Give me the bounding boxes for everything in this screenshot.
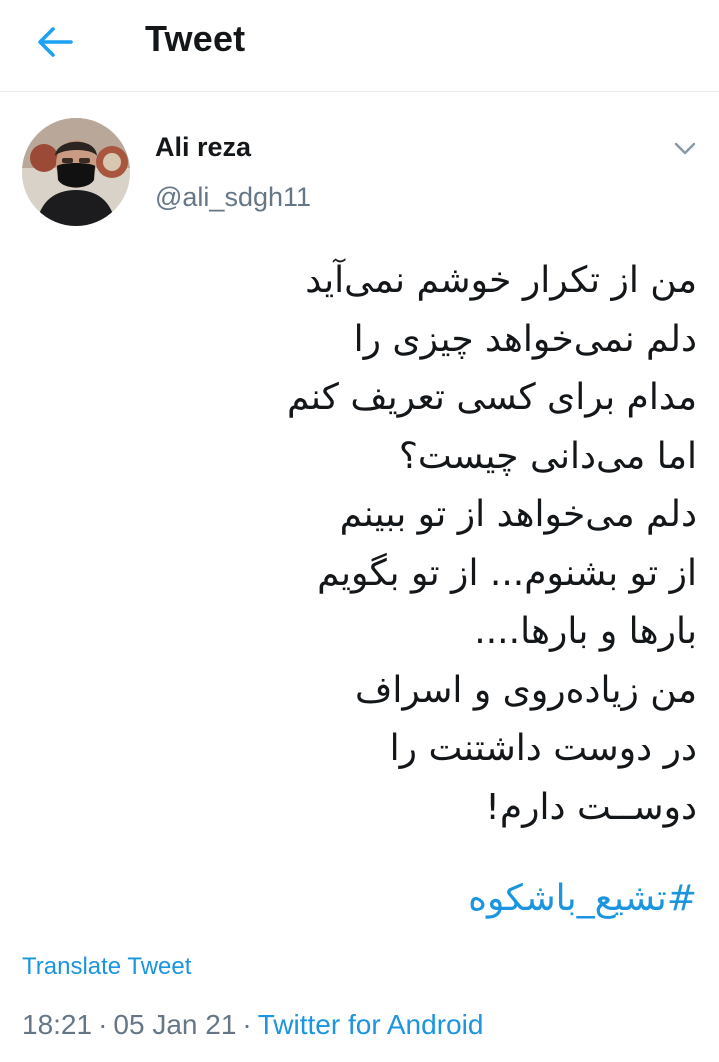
top-bar: Tweet — [0, 0, 719, 92]
author-handle[interactable]: @ali_sdgh11 — [155, 182, 311, 213]
avatar-photo — [22, 118, 130, 226]
tweet-line: دلم می‌خواهد از تو ببینم — [339, 494, 697, 535]
tweet-line: دلم نمی‌خواهد چیزی را — [353, 318, 697, 360]
meta-separator: · — [242, 1009, 252, 1040]
tweet-date: 05 Jan 21 — [113, 1009, 237, 1040]
tweet-line: مدام برای کسی تعریف کنم — [286, 377, 697, 418]
tweet-line: در دوست داشتنت را — [389, 728, 697, 769]
chevron-down-icon — [674, 142, 696, 155]
tweet-line: از تو بشنوم... از تو بگویم — [317, 552, 697, 594]
tweet-line: بارها و بارها.... — [474, 611, 697, 652]
tweet-line: من از تکرار خوشم نمی‌آید — [305, 260, 697, 301]
tweet-source-link[interactable]: Twitter for Android — [258, 1009, 484, 1040]
hashtag-link[interactable]: #تشیع_باشکوه — [468, 870, 697, 928]
back-button[interactable] — [30, 22, 80, 62]
more-options-button[interactable] — [668, 134, 702, 164]
tweet-line: اما می‌دانی چیست؟ — [398, 435, 697, 477]
tweet-line: من زیاده‌روی و اسراف — [355, 669, 697, 711]
author-name[interactable]: Ali reza — [155, 132, 251, 163]
tweet-time: 18:21 — [22, 1009, 93, 1040]
translate-tweet-link[interactable]: Translate Tweet — [22, 953, 191, 981]
tweet-meta: 18:21 · 05 Jan 21 · Twitter for Android — [22, 1009, 483, 1041]
tweet-line: دوســت دارم! — [485, 786, 697, 828]
tweet-text: من از تکرار خوشم نمی‌آید دلم نمی‌خواهد چ… — [37, 252, 697, 837]
meta-separator: · — [98, 1009, 108, 1040]
page-title: Tweet — [145, 18, 246, 59]
avatar[interactable] — [22, 118, 130, 226]
arrow-left-icon — [38, 27, 73, 57]
